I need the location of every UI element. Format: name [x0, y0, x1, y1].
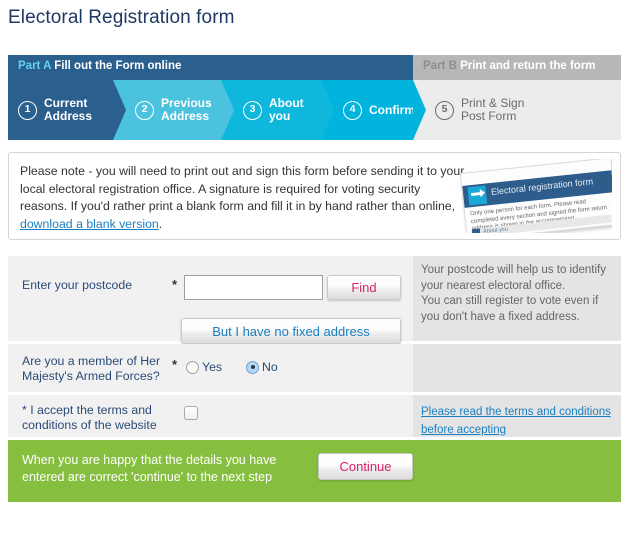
- continue-band: When you are happy that the details you …: [8, 440, 621, 502]
- armed-forces-label: Are you a member of Her Majesty's Armed …: [22, 354, 161, 383]
- step-arrow-icon-2: [221, 80, 234, 140]
- step-arrow-icon-1: [113, 80, 126, 140]
- step-arrow-icon-4: [413, 80, 426, 140]
- note-text-body: Please note - you will need to print out…: [20, 164, 465, 213]
- row-terms: * I accept the terms and conditions of t…: [8, 395, 621, 437]
- row-postcode: Enter your postcode * Find But I have no…: [8, 256, 621, 344]
- step-label-1: Current Address: [44, 96, 93, 123]
- form-preview-page: Electoral registration form Only one per…: [459, 159, 612, 233]
- armed-forces-help-column: [413, 344, 621, 392]
- postcode-required-marker: *: [172, 277, 178, 292]
- progress-bar: Part A Fill out the Form online Part B P…: [8, 55, 621, 140]
- form-preview-footer-tag: [471, 228, 481, 233]
- terms-checkbox[interactable]: [184, 406, 198, 420]
- part-a-tag: Part A: [18, 60, 52, 72]
- step-number-5: 5: [435, 100, 454, 120]
- radio-yes-label: Yes: [202, 360, 223, 374]
- terms-label: * I accept the terms and conditions of t…: [22, 403, 157, 432]
- part-a-label: Fill out the Form online: [54, 60, 182, 72]
- radio-no-label: No: [262, 360, 278, 374]
- form-preview-footer-label: About you: [482, 225, 509, 233]
- step-label-4: Confirm: [369, 102, 415, 117]
- postcode-left-column: Enter your postcode * Find But I have no…: [8, 256, 410, 344]
- radio-no[interactable]: No: [246, 360, 278, 374]
- step-previous-address[interactable]: 2 Previous Address: [113, 80, 234, 140]
- continue-button[interactable]: Continue: [318, 453, 413, 480]
- form-preview-thumbnail: Electoral registration form Only one per…: [457, 159, 612, 233]
- postcode-label: Enter your postcode: [22, 278, 133, 292]
- radio-yes-control[interactable]: [186, 360, 199, 374]
- step-arrow-icon-3: [321, 80, 334, 140]
- step-label-2: Previous Address: [161, 96, 212, 123]
- step-about-you[interactable]: 3 About you: [221, 80, 334, 140]
- terms-left-column: * I accept the terms and conditions of t…: [8, 395, 410, 437]
- continue-message: When you are happy that the details you …: [22, 453, 277, 484]
- step-number-4: 4: [343, 100, 362, 120]
- step-number-1: 1: [18, 100, 37, 120]
- step-number-2: 2: [135, 100, 154, 120]
- part-b-tag: Part B: [423, 60, 457, 72]
- arrow-icon: [467, 185, 488, 206]
- step-label-5: Print & Sign Post Form: [461, 96, 525, 123]
- step-confirm[interactable]: 4 Confirm: [321, 80, 426, 140]
- note-panel: Please note - you will need to print out…: [8, 152, 621, 240]
- form-area: Enter your postcode * Find But I have no…: [8, 256, 621, 502]
- note-text-end: .: [158, 216, 163, 231]
- note-text: Please note - you will need to print out…: [20, 163, 465, 233]
- postcode-help-text: Your postcode will help us to identify y…: [421, 264, 606, 323]
- radio-yes[interactable]: Yes: [186, 360, 222, 374]
- no-fixed-address-button[interactable]: But I have no fixed address: [181, 318, 401, 344]
- step-number-3: 3: [243, 100, 262, 120]
- part-b-header: Part B Print and return the form: [413, 55, 621, 80]
- radio-no-control[interactable]: [246, 360, 259, 374]
- step-label-3: About you: [269, 96, 304, 123]
- step-print-sign-post-form: 5 Print & Sign Post Form: [413, 80, 621, 140]
- page-title: Electoral Registration form: [8, 7, 235, 28]
- download-blank-version-link[interactable]: download a blank version: [20, 217, 159, 231]
- armed-forces-required-marker: *: [172, 357, 178, 372]
- steps-row: 1 Current Address 2 Previous Address 3 A…: [8, 80, 621, 140]
- part-b-label: Print and return the form: [460, 60, 596, 72]
- armed-forces-left-column: Are you a member of Her Majesty's Armed …: [8, 344, 410, 392]
- part-a-header: Part A Fill out the Form online: [8, 55, 413, 80]
- find-button[interactable]: Find: [327, 275, 401, 300]
- terms-and-conditions-link[interactable]: Please read the terms and conditions bef…: [421, 406, 611, 436]
- row-armed-forces: Are you a member of Her Majesty's Armed …: [8, 344, 621, 392]
- terms-link-column: Please read the terms and conditions bef…: [413, 395, 621, 437]
- postcode-help-column: Your postcode will help us to identify y…: [413, 256, 621, 341]
- parts-header-row: Part A Fill out the Form online Part B P…: [8, 55, 621, 80]
- step-current-address[interactable]: 1 Current Address: [8, 80, 126, 140]
- postcode-input[interactable]: [184, 275, 323, 300]
